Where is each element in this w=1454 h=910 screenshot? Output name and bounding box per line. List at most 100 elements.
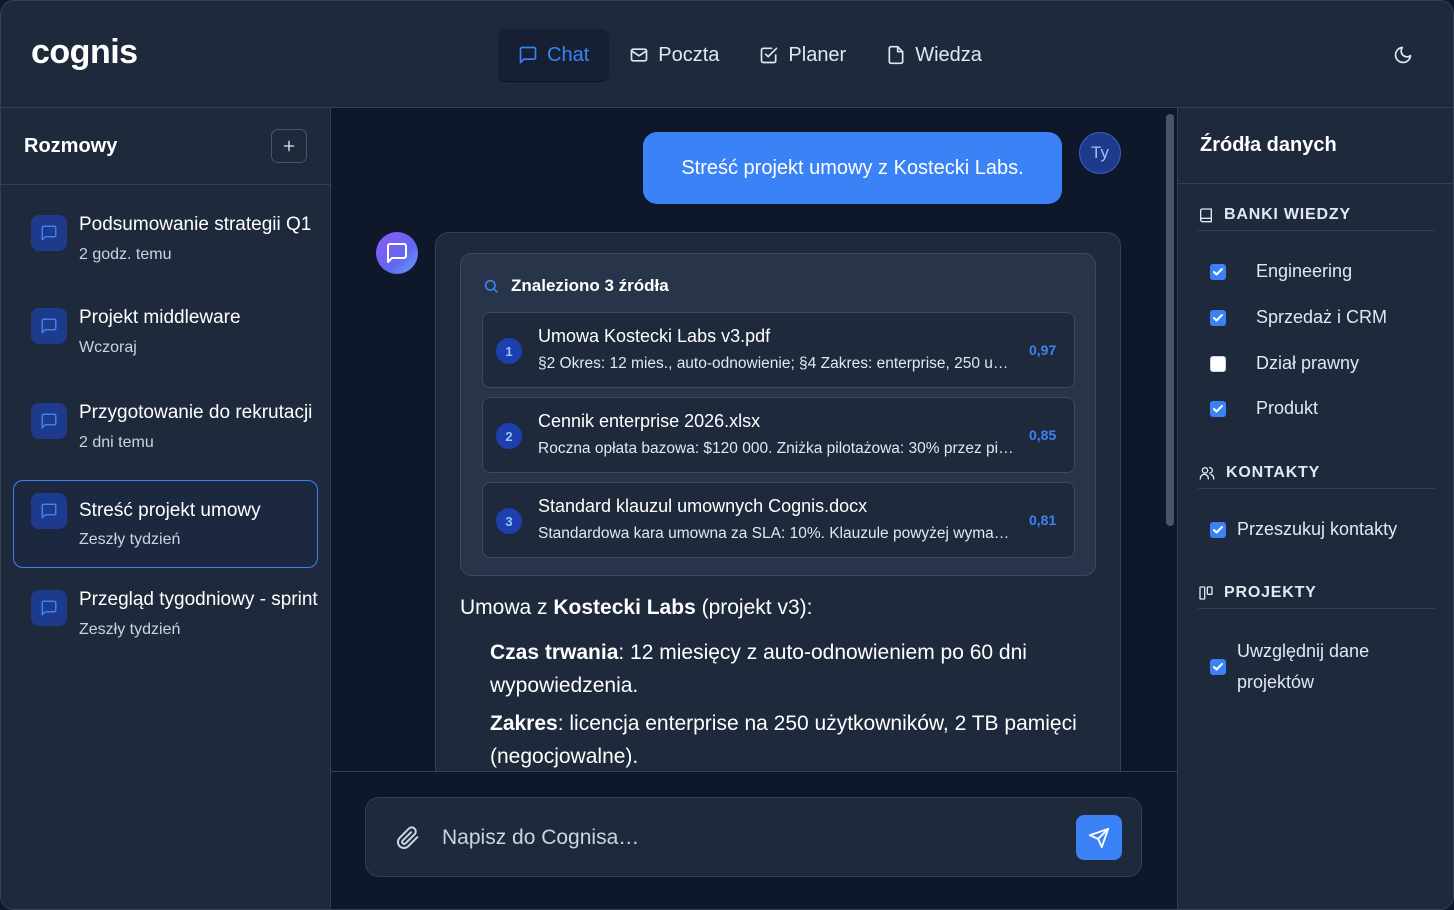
- checkbox-engineering[interactable]: Engineering: [1210, 261, 1352, 282]
- conversation-item[interactable]: Projekt middleware Wczoraj: [13, 295, 318, 383]
- user-message: Streść projekt umowy z Kostecki Labs.: [643, 132, 1062, 204]
- answer-intro-post: (projekt v3):: [695, 596, 813, 619]
- conversation-item-active[interactable]: Streść projekt umowy Zeszły tydzień: [13, 480, 318, 568]
- composer: [365, 797, 1142, 877]
- sidebar-header: Rozmowy: [1, 108, 330, 185]
- new-conversation-button[interactable]: [271, 129, 307, 163]
- send-icon: [1088, 827, 1110, 848]
- data-sources-title: Źródła danych: [1200, 134, 1337, 156]
- chat-bubble-icon: [31, 308, 67, 344]
- mail-icon: [630, 48, 648, 62]
- chat-bubble-icon: [31, 215, 67, 251]
- source-snippet: §2 Okres: 12 mies., auto-odnowienie; §4 …: [538, 355, 1014, 372]
- chat-scrollbar[interactable]: [1166, 114, 1174, 526]
- nav-tab-label: Planer: [788, 43, 847, 66]
- nav-tab-poczta[interactable]: Poczta: [609, 29, 739, 81]
- assistant-avatar: [376, 232, 418, 274]
- conversation-time: Zeszły tydzień: [79, 531, 181, 548]
- nav-tab-wiedza[interactable]: Wiedza: [866, 29, 1002, 81]
- users-icon: [1199, 466, 1215, 480]
- conversation-item[interactable]: Podsumowanie strategii Q1 2 godz. temu: [13, 202, 318, 290]
- conversation-title: Przegląd tygodniowy - sprint: [79, 589, 318, 610]
- checkbox-checked[interactable]: [1210, 309, 1226, 326]
- checkbox-label: Dział prawny: [1256, 353, 1360, 373]
- source-number: 3: [496, 508, 522, 534]
- chat-area: Streść projekt umowy z Kostecki Labs. Ty…: [331, 108, 1177, 909]
- checkbox-product[interactable]: Produkt: [1210, 398, 1318, 419]
- source-score: 0,81: [1029, 512, 1057, 528]
- app-logo: cognis: [31, 33, 138, 71]
- message-input[interactable]: [442, 820, 1042, 856]
- chat-bubble-icon: [31, 493, 67, 529]
- sources-header-label: Znaleziono 3 źródła: [511, 276, 669, 295]
- source-name: Umowa Kostecki Labs v3.pdf: [538, 326, 771, 346]
- main-nav: Chat Poczta Planer Wiedza: [498, 29, 1002, 81]
- answer-bullet: Czas trwania: 12 miesięcy z auto-odnowie…: [490, 636, 1105, 702]
- conversation-title: Podsumowanie strategii Q1: [79, 214, 312, 235]
- conversation-time: Zeszły tydzień: [79, 621, 181, 638]
- answer-intro-company: Kostecki Labs: [553, 596, 696, 619]
- data-sources-header: Źródła danych: [1178, 108, 1453, 184]
- nav-tab-planer[interactable]: Planer: [739, 29, 866, 81]
- conversation-item[interactable]: Przygotowanie do rekrutacji 2 dni temu: [13, 390, 318, 478]
- attach-button[interactable]: [396, 826, 420, 855]
- checkbox-checked[interactable]: [1210, 659, 1226, 675]
- answer-bullet-text: : licencja enterprise na 250 użytkownikó…: [490, 712, 1077, 768]
- conversation-time: 2 dni temu: [79, 434, 154, 451]
- checkbox-checked[interactable]: [1210, 263, 1226, 280]
- checkbox-legal[interactable]: Dział prawny: [1210, 353, 1359, 374]
- nav-tab-label: Poczta: [658, 43, 720, 66]
- source-card[interactable]: 2 Cennik enterprise 2026.xlsx Roczna opł…: [482, 397, 1075, 473]
- answer-bullet: Zakres: licencja enterprise na 250 użytk…: [490, 707, 1105, 773]
- checkbox-include-projects[interactable]: Uwzględnij dane projektów: [1210, 636, 1407, 698]
- section-title: KONTAKTY: [1226, 463, 1321, 481]
- source-score: 0,85: [1029, 427, 1057, 443]
- checkbox-unchecked[interactable]: [1210, 355, 1226, 372]
- chat-bubble-icon: [387, 243, 407, 263]
- top-bar: cognis Chat Poczta Planer Wiedza: [1, 1, 1453, 108]
- conversation-title: Streść projekt umowy: [79, 500, 261, 521]
- source-name: Standard klauzul umownych Cognis.docx: [538, 496, 868, 516]
- checkbox-checked[interactable]: [1210, 521, 1226, 538]
- section-title: PROJEKTY: [1224, 583, 1317, 601]
- conversation-title: Projekt middleware: [79, 307, 241, 328]
- sidebar-title: Rozmowy: [24, 135, 118, 157]
- theme-toggle-button[interactable]: [1389, 41, 1417, 69]
- source-snippet: Standardowa kara umowna za SLA: 10%. Kla…: [538, 525, 1014, 542]
- conversation-title: Przygotowanie do rekrutacji: [79, 402, 313, 423]
- source-snippet: Roczna opłata bazowa: $120 000. Zniżka p…: [538, 440, 1014, 457]
- answer-bullet-term: Czas trwania: [490, 641, 619, 664]
- check-square-icon: [761, 47, 778, 64]
- answer-intro: Umowa z Kostecki Labs (projekt v3):: [460, 596, 812, 620]
- checkbox-label: Engineering: [1256, 261, 1353, 281]
- file-icon: [888, 45, 904, 65]
- nav-tab-chat[interactable]: Chat: [498, 29, 610, 81]
- kanban-icon: [1199, 585, 1213, 600]
- conversation-item[interactable]: Przegląd tygodniowy - sprint Zeszły tydz…: [13, 577, 318, 665]
- chat-bubble-icon: [31, 403, 67, 439]
- search-icon: [484, 279, 498, 293]
- conversations-sidebar: Rozmowy Podsumowanie strategii Q1 2 godz…: [1, 108, 331, 909]
- nav-tab-label: Wiedza: [915, 43, 982, 66]
- section-knowledge-banks: BANKI WIEDZY: [1198, 199, 1435, 231]
- sources-header: Znaleziono 3 źródła: [483, 276, 669, 296]
- source-name: Cennik enterprise 2026.xlsx: [538, 411, 761, 431]
- checkbox-sales-crm[interactable]: Sprzedaż i CRM: [1210, 307, 1387, 328]
- checkbox-label: Produkt: [1256, 398, 1319, 418]
- checkbox-search-contacts[interactable]: Przeszukuj kontakty: [1210, 519, 1397, 540]
- sources-panel: Znaleziono 3 źródła 1 Umowa Kostecki Lab…: [460, 253, 1096, 576]
- source-card[interactable]: 1 Umowa Kostecki Labs v3.pdf §2 Okres: 1…: [482, 312, 1075, 388]
- assistant-message: Znaleziono 3 źródła 1 Umowa Kostecki Lab…: [435, 232, 1121, 792]
- source-number: 1: [496, 338, 522, 364]
- section-contacts: KONTAKTY: [1198, 457, 1435, 489]
- chat-bubble-icon: [31, 590, 67, 626]
- source-card[interactable]: 3 Standard klauzul umownych Cognis.docx …: [482, 482, 1075, 558]
- answer-bullet-term: Zakres: [490, 712, 558, 735]
- checkbox-checked[interactable]: [1210, 400, 1226, 417]
- send-button[interactable]: [1076, 815, 1122, 860]
- conversation-time: 2 godz. temu: [79, 246, 172, 263]
- source-score: 0,97: [1029, 342, 1057, 358]
- conversation-time: Wczoraj: [79, 339, 137, 356]
- moon-icon: [1394, 46, 1412, 64]
- section-projects: PROJEKTY: [1198, 577, 1435, 609]
